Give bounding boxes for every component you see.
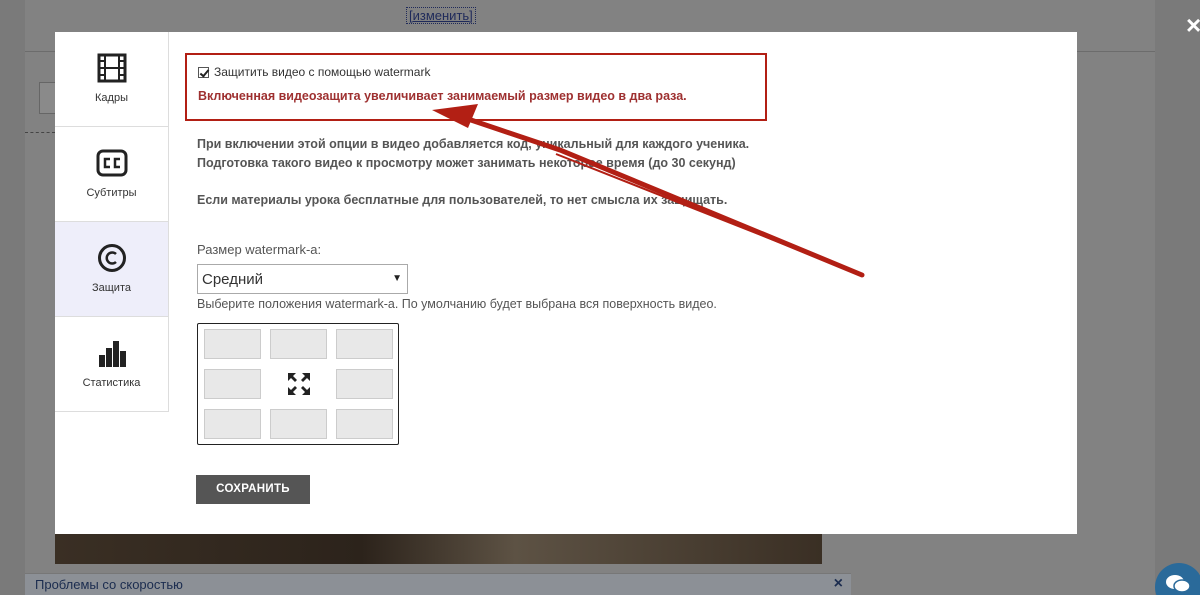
sidebar-item-label: Защита [92, 282, 131, 294]
change-link[interactable]: [изменить] [406, 7, 476, 24]
sidebar-item-label: Статистика [82, 377, 141, 389]
watermark-position-label: Выберите положения watermark-а. По умолч… [197, 297, 717, 311]
watermark-position-grid [197, 323, 399, 445]
video-settings-modal: Кадры Субтитры Защита Статистика Защитит… [55, 32, 1077, 534]
speed-problems-link[interactable]: Проблемы со скоростью [35, 577, 183, 592]
watermark-size-label: Размер watermark-а: [197, 242, 322, 257]
subtitles-icon [55, 147, 168, 179]
sidebar-item-frames[interactable]: Кадры [55, 32, 168, 127]
modal-sidebar: Кадры Субтитры Защита Статистика [55, 32, 169, 412]
info-line: Подготовка такого видео к просмотру може… [197, 156, 736, 170]
chat-widget-button[interactable] [1155, 563, 1200, 595]
expand-full-surface-icon[interactable] [287, 372, 311, 401]
sidebar-item-statistics[interactable]: Статистика [55, 317, 168, 412]
bar-chart-icon [55, 337, 168, 369]
size-select-value: Средний [202, 271, 263, 288]
position-cell-middle-left[interactable] [204, 369, 261, 399]
copyright-icon [55, 242, 168, 274]
info-line: При включении этой опции в видео добавля… [197, 137, 750, 151]
film-icon [55, 52, 168, 84]
position-cell-top-left[interactable] [204, 329, 261, 359]
position-cell-top-center[interactable] [270, 329, 327, 359]
protection-panel: Защитить видео с помощью watermark Включ… [185, 32, 1077, 534]
chat-icon [1166, 575, 1191, 593]
watermark-checkbox[interactable] [198, 66, 209, 78]
sidebar-item-label: Кадры [95, 92, 128, 104]
position-cell-middle-right[interactable] [336, 369, 393, 399]
protection-info: При включении этой опции в видео добавля… [197, 135, 749, 173]
watermark-size-select[interactable]: Средний ▼ [197, 264, 408, 294]
background-video-strip [55, 534, 822, 564]
position-cell-bottom-right[interactable] [336, 409, 393, 439]
watermark-warning-box: Защитить видео с помощью watermark Включ… [185, 53, 767, 121]
position-cell-top-right[interactable] [336, 329, 393, 359]
watermark-checkbox-row[interactable]: Защитить видео с помощью watermark [198, 65, 430, 79]
modal-close-icon[interactable]: × [1186, 14, 1200, 38]
sidebar-item-label: Субтитры [86, 187, 137, 199]
footer-close-icon[interactable]: × [834, 575, 843, 593]
sidebar-item-protection[interactable]: Защита [55, 222, 168, 317]
watermark-checkbox-label[interactable]: Защитить видео с помощью watermark [214, 65, 430, 79]
size-warning-text: Включенная видеозащита увеличивает заним… [198, 89, 687, 103]
sidebar-item-subtitles[interactable]: Субтитры [55, 127, 168, 222]
position-cell-bottom-left[interactable] [204, 409, 261, 439]
free-materials-note: Если материалы урока бесплатные для поль… [197, 193, 728, 207]
speed-problems-bar: Проблемы со скоростью × [25, 573, 851, 595]
background-divider [25, 132, 55, 133]
position-cell-bottom-center[interactable] [270, 409, 327, 439]
dropdown-arrow-icon: ▼ [392, 273, 402, 284]
save-button[interactable]: СОХРАНИТЬ [196, 475, 310, 504]
